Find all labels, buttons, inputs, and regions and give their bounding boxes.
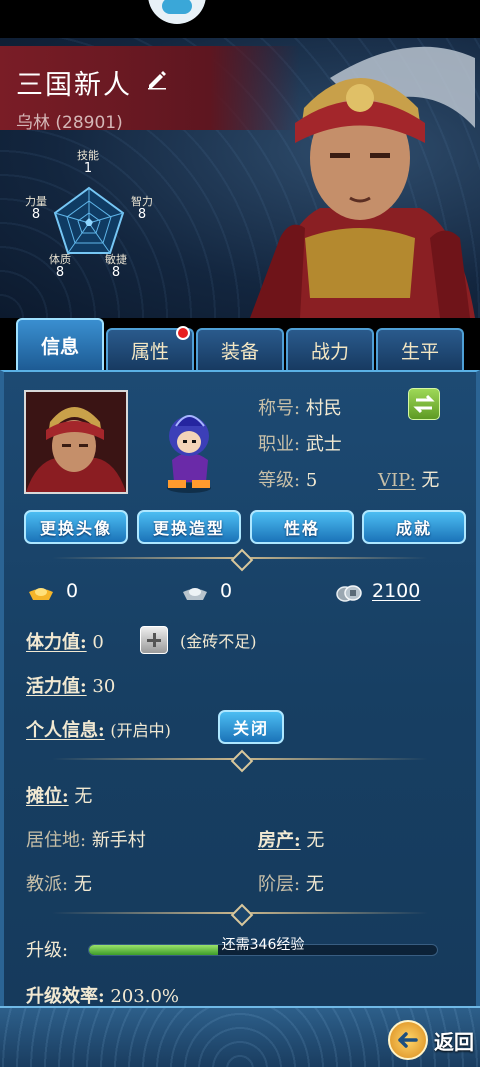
avatar-image <box>26 392 126 492</box>
radar-wisdom-value: 8 <box>137 206 147 222</box>
sect-row: 教派: 无 <box>26 870 92 896</box>
rank-row: 阶层: 无 <box>258 870 324 896</box>
change-model-button[interactable]: 更换造型 <box>137 510 241 544</box>
general-portrait <box>250 46 475 318</box>
rank-label: 阶层: <box>258 874 301 895</box>
avatar[interactable] <box>24 390 128 494</box>
achievements-button[interactable]: 成就 <box>362 510 466 544</box>
radar-agility-value: 8 <box>111 264 121 280</box>
vitality-row: 活力值: 30 <box>26 672 115 698</box>
app-notification-icon <box>148 0 206 24</box>
change-avatar-button[interactable]: 更换头像 <box>24 510 128 544</box>
tab-equipment-label: 装备 <box>220 340 259 363</box>
tab-biography-label: 生平 <box>400 340 439 363</box>
residence-row: 居住地: 新手村 <box>26 826 146 852</box>
level-value: 5 <box>305 470 318 491</box>
notification-badge <box>176 326 190 340</box>
tab-info[interactable]: 信息 <box>16 318 104 370</box>
tab-bar: 信息 属性 装备 战力 生平 <box>0 318 480 370</box>
vitality-value: 30 <box>92 676 116 697</box>
sect-value: 无 <box>73 874 92 895</box>
tab-power[interactable]: 战力 <box>286 328 374 370</box>
property-label[interactable]: 房产: <box>258 830 301 851</box>
radar-constitution-value: 8 <box>55 264 65 280</box>
vip-value: 无 <box>421 470 440 491</box>
vip-link[interactable]: VIP: <box>378 470 416 491</box>
gold-amount: 0 <box>66 580 79 602</box>
radar-wisdom: 智力 8 <box>122 196 162 221</box>
silver-ingot-icon <box>183 588 207 600</box>
footer-bar: 返回 <box>0 1006 480 1067</box>
section-divider <box>52 758 428 760</box>
back-label: 返回 <box>434 1030 474 1054</box>
back-button[interactable]: 返回 <box>388 1020 476 1060</box>
attribute-radar: 技能 1 智力 8 敏捷 8 体质 8 力量 8 <box>20 146 170 286</box>
edit-icon[interactable] <box>146 68 168 90</box>
coin-amount-link[interactable]: 2100 <box>372 580 420 602</box>
privacy-label[interactable]: 个人信息: <box>26 720 105 741</box>
experience-text: 还需346经验 <box>221 937 305 953</box>
swap-title-button[interactable] <box>408 388 440 420</box>
radar-skill: 技能 1 <box>68 150 108 175</box>
vip-row: VIP: 无 <box>378 466 439 492</box>
title-label: 称号: <box>258 398 301 419</box>
stamina-row: 体力值: 0 <box>26 628 104 654</box>
title-row: 称号: 村民 <box>258 394 342 420</box>
silver-amount: 0 <box>220 580 233 602</box>
tab-attributes[interactable]: 属性 <box>106 326 194 370</box>
vitality-label[interactable]: 活力值: <box>26 676 87 697</box>
level-label: 等级: <box>258 470 301 491</box>
privacy-row: 个人信息: (开启中) <box>26 716 171 742</box>
privacy-close-button[interactable]: 关闭 <box>218 710 284 744</box>
efficiency-label: 升级效率: <box>26 986 105 1007</box>
stall-label[interactable]: 摊位: <box>26 786 69 807</box>
section-divider <box>52 557 428 559</box>
residence-value: 新手村 <box>91 830 146 851</box>
rank-value: 无 <box>305 874 324 895</box>
stamina-note: (金砖不足) <box>180 632 257 651</box>
stall-value: 无 <box>74 786 93 807</box>
tab-power-label: 战力 <box>310 340 349 363</box>
radar-constitution: 体质 8 <box>40 254 80 279</box>
job-value: 武士 <box>305 434 342 455</box>
radar-strength: 力量 8 <box>16 196 56 221</box>
stamina-label[interactable]: 体力值: <box>26 632 87 653</box>
title-value: 村民 <box>305 398 342 419</box>
swap-icon <box>413 394 435 414</box>
stall-row: 摊位: 无 <box>26 782 92 808</box>
job-row: 职业: 武士 <box>258 430 342 456</box>
info-panel: 称号: 村民 职业: 武士 等级: 5 VIP: 无 更换头像 更换造型 性格 … <box>0 370 480 1010</box>
status-bar <box>0 0 480 38</box>
level-row: 等级: 5 <box>258 466 317 492</box>
residence-label: 居住地: <box>26 830 87 851</box>
tab-attributes-label: 属性 <box>130 340 169 363</box>
stamina-value: 0 <box>92 632 104 653</box>
privacy-state: (开启中) <box>110 721 171 740</box>
gold-ingot-icon <box>29 588 53 600</box>
radar-strength-value: 8 <box>31 206 41 222</box>
upgrade-label: 升级: <box>26 940 69 961</box>
sect-label: 教派: <box>26 874 69 895</box>
player-name: 三国新人 <box>16 70 132 101</box>
efficiency-row: 升级效率: 203.0% <box>26 982 179 1008</box>
add-stamina-button[interactable] <box>140 626 168 654</box>
personality-button[interactable]: 性格 <box>250 510 354 544</box>
back-arrow-icon <box>388 1020 428 1060</box>
section-divider <box>52 912 428 914</box>
efficiency-value: 203.0% <box>110 986 180 1007</box>
coin-stack-icon <box>336 585 362 602</box>
radar-skill-value: 1 <box>83 160 93 176</box>
character-sprite <box>167 415 211 493</box>
tab-biography[interactable]: 生平 <box>376 328 464 370</box>
radar-agility: 敏捷 8 <box>96 254 136 279</box>
job-label: 职业: <box>258 434 301 455</box>
property-value: 无 <box>306 830 325 851</box>
player-server-id: 乌林 (28901) <box>16 113 123 133</box>
character-header: 三国新人 乌林 (28901) 技能 1 智力 8 敏捷 8 体质 8 力量 8 <box>0 38 480 318</box>
property-row: 房产: 无 <box>258 826 324 852</box>
tab-info-label: 信息 <box>40 335 79 358</box>
tab-equipment[interactable]: 装备 <box>196 328 284 370</box>
